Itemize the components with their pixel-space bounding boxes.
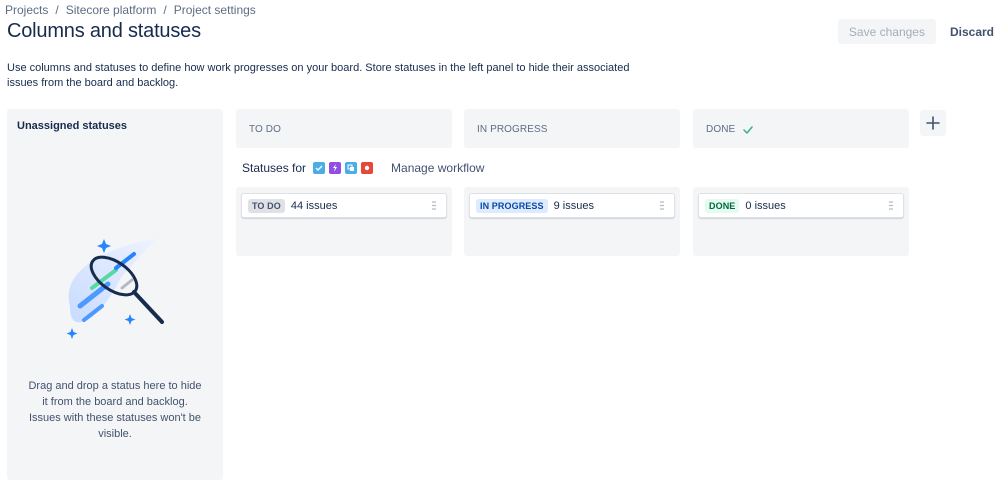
- breadcrumb-sitecore-platform[interactable]: Sitecore platform: [66, 3, 157, 17]
- column-header-todo[interactable]: TO DO: [236, 109, 452, 148]
- drag-handle-icon[interactable]: [889, 201, 893, 210]
- header-actions: Save changes Discard: [837, 19, 998, 44]
- plus-icon: [926, 116, 940, 130]
- column-title: IN PROGRESS: [477, 124, 548, 135]
- statuses-for-label: Statuses for: [242, 161, 307, 175]
- bug-icon: [361, 162, 374, 174]
- status-lozenge: TO DO: [248, 198, 285, 213]
- column-body-done[interactable]: DONE 0 issues: [693, 187, 909, 256]
- issue-count: 9 issues: [553, 199, 594, 212]
- save-changes-button[interactable]: Save changes: [837, 19, 936, 44]
- column-title: TO DO: [249, 124, 281, 135]
- page-description: Use columns and statuses to define how w…: [7, 62, 630, 89]
- drag-handle-icon[interactable]: [660, 201, 664, 210]
- manage-workflow-link[interactable]: Manage workflow: [391, 161, 484, 175]
- drag-handle-icon[interactable]: [432, 201, 436, 210]
- task-icon: [313, 162, 326, 174]
- status-lozenge: DONE: [705, 198, 740, 213]
- issue-count: 0 issues: [745, 199, 786, 212]
- unassigned-statuses-title: Unassigned statuses: [17, 120, 128, 132]
- unassigned-statuses-panel[interactable]: Unassigned statuses Drag and drop a stat…: [7, 109, 223, 480]
- column-header-done[interactable]: DONE: [693, 109, 909, 148]
- breadcrumb-projects[interactable]: Projects: [5, 3, 48, 17]
- discard-button[interactable]: Discard: [942, 19, 998, 44]
- status-lozenge: IN PROGRESS: [476, 198, 548, 213]
- subtask-icon: [345, 162, 358, 174]
- breadcrumb: Projects / Sitecore platform / Project s…: [5, 3, 256, 17]
- column-body-in-progress[interactable]: IN PROGRESS 9 issues: [464, 187, 680, 256]
- badminton-racket-illustration: [66, 238, 164, 339]
- epic-icon: [329, 162, 342, 174]
- breadcrumb-separator: /: [55, 3, 59, 17]
- breadcrumb-separator: /: [163, 3, 167, 17]
- column-title: DONE: [706, 124, 736, 135]
- status-card-todo[interactable]: TO DO 44 issues: [241, 193, 447, 218]
- column-header-in-progress[interactable]: IN PROGRESS: [464, 109, 680, 148]
- unassigned-help-text: Drag and drop a status here to hide it f…: [28, 380, 202, 440]
- add-column-button[interactable]: [920, 110, 946, 136]
- statuses-for-row: Statuses for Manage workflow: [242, 161, 484, 175]
- status-card-in-progress[interactable]: IN PROGRESS 9 issues: [469, 193, 675, 218]
- breadcrumb-project-settings[interactable]: Project settings: [174, 3, 256, 17]
- checkmark-icon: [743, 125, 754, 134]
- page-title: Columns and statuses: [7, 20, 201, 42]
- issue-count: 44 issues: [290, 199, 338, 212]
- status-card-done[interactable]: DONE 0 issues: [698, 193, 904, 218]
- column-body-todo[interactable]: TO DO 44 issues: [236, 187, 452, 256]
